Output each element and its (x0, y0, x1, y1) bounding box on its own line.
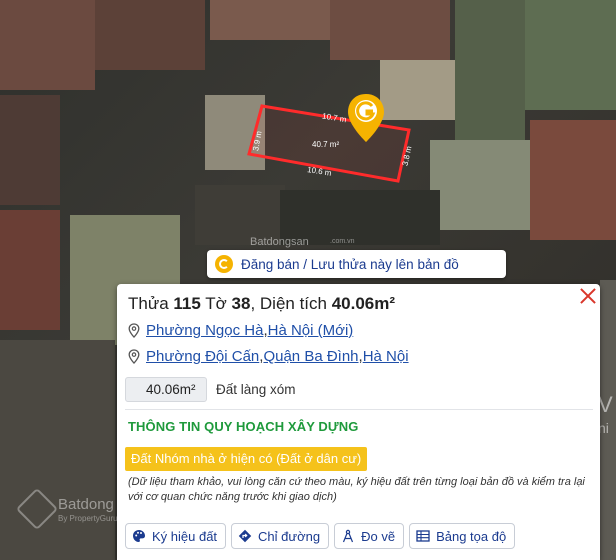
city-link-old[interactable]: Hà Nội (363, 348, 409, 365)
planning-badge: Đất Nhóm nhà ở hiện có (Đất ở dân cư) (125, 447, 368, 471)
directions-label: Chỉ đường (258, 528, 321, 544)
save-parcel-label: Đăng bán / Lưu thửa này lên bản đồ (241, 256, 459, 272)
directions-button[interactable]: Chỉ đường (231, 523, 330, 549)
coordinates-table-label: Bảng tọa độ (436, 528, 507, 544)
measure-button[interactable]: Đo vẽ (334, 523, 405, 549)
area-value: 40.06m² (331, 294, 396, 313)
district-link-old[interactable]: Quận Ba Đình (263, 348, 358, 365)
map-pin-icon (128, 349, 140, 364)
parcel-area-label: 40.7 m² (312, 140, 339, 149)
area-prefix: , Diện tích (250, 294, 332, 313)
address-old: Phường Đội Cấn, Quận Ba Đình, Hà Nội (128, 348, 409, 365)
palette-icon (133, 530, 145, 542)
parcel-title: Thửa 115 Tờ 38, Diện tích 40.06m² (128, 294, 395, 314)
map-pin-icon (128, 323, 140, 338)
land-type: Đất làng xóm (216, 382, 296, 397)
area-badge: 40.06m² (125, 377, 207, 402)
ward-link-new[interactable]: Phường Ngọc Hà (146, 322, 263, 339)
save-parcel-button[interactable]: Đăng bán / Lưu thửa này lên bản đồ (207, 250, 506, 278)
disclaimer-note: (Dữ liệu tham khảo, vui lòng căn cứ theo… (128, 476, 585, 503)
parcel-number: 115 (173, 294, 201, 313)
city-link-new[interactable]: Hà Nội (Mới) (268, 322, 354, 339)
table-icon (416, 530, 430, 542)
compass-icon (343, 529, 354, 543)
location-pin-icon[interactable] (346, 92, 386, 144)
coordinates-table-button[interactable]: Bảng tọa độ (409, 523, 516, 549)
area-row: 40.06m² Đất làng xóm (125, 377, 296, 402)
land-symbol-label: Ký hiệu đất (152, 528, 218, 544)
close-icon[interactable] (577, 285, 599, 307)
address-new: Phường Ngọc Hà, Hà Nội (Mới) (128, 322, 353, 339)
sheet-number: 38 (231, 294, 251, 313)
land-symbol-button[interactable]: Ký hiệu đất (125, 523, 227, 549)
brand-logo-icon (215, 255, 233, 273)
divider (125, 409, 593, 410)
planning-title: THÔNG TIN QUY HOẠCH XÂY DỰNG (128, 419, 359, 434)
parcel-info-panel: Thửa 115 Tờ 38, Diện tích 40.06m² Phường… (117, 284, 600, 560)
measure-label: Đo vẽ (361, 528, 396, 544)
directions-icon (238, 529, 252, 543)
action-buttons: Ký hiệu đất Chỉ đường Đo vẽ Bảng tọa độ (125, 523, 520, 549)
ward-link-old[interactable]: Phường Đội Cấn (146, 348, 259, 365)
sheet-prefix: Tờ (200, 294, 232, 313)
parcel-prefix: Thửa (128, 294, 174, 313)
